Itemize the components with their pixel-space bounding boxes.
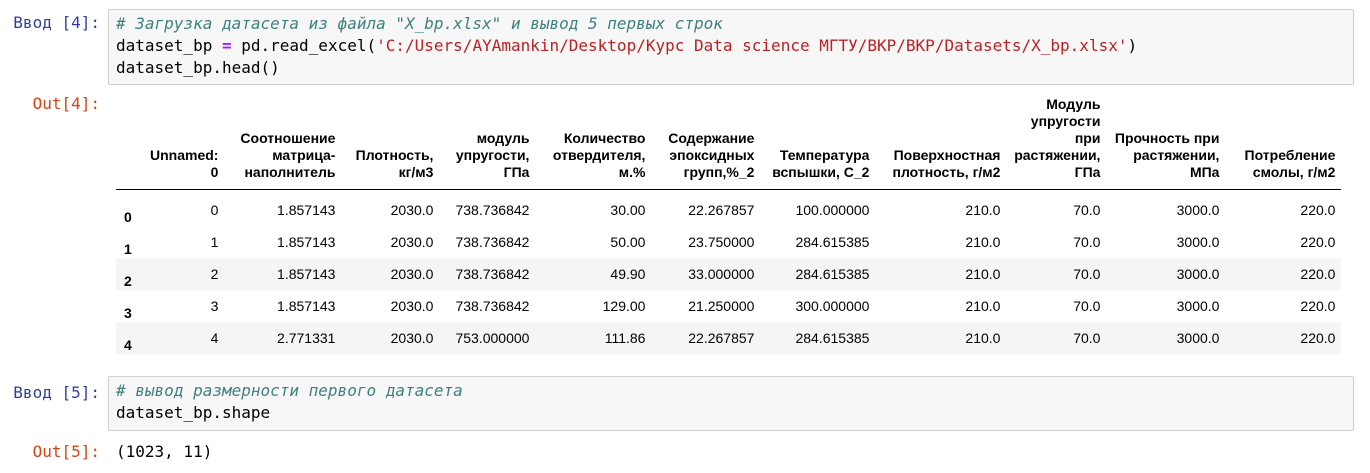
row-index: 4 [124,337,132,353]
input-prompt-5: Ввод [5]: [13,383,100,402]
column-header: Модуль упругости при растяжении, ГПа [1014,96,1101,180]
row-index: 3 [124,305,132,321]
column-header: Поверхностная плотность, г/м2 [892,147,1001,180]
table-cell: 49.90 [610,266,646,282]
code-cell-4[interactable]: # Загрузка датасета из файла "X_bp.xlsx"… [108,9,1354,85]
input-prompt-4: Ввод [4]: [13,13,100,32]
code-comment: # вывод размерности первого датасета [116,381,463,400]
column-header: Потребление смолы, г/м2 [1244,147,1336,180]
table-cell: 3000.0 [1176,266,1220,282]
table-cell: 2 [210,266,219,282]
table-cell: 220.0 [1300,330,1336,346]
table-cell: 738.736842 [455,266,530,282]
column-header: Количество отвердителя, м.% [552,130,646,180]
table-row: 4 4 2.771331 2030.0 753.000000 111.86 22… [116,322,1342,354]
table-cell: 3000.0 [1176,202,1220,218]
table-cell: 284.615385 [795,330,870,346]
table-cell: 738.736842 [455,202,530,218]
table-cell: 4 [210,330,219,346]
table-cell: 300.000000 [795,298,870,314]
table-cell: 738.736842 [455,298,530,314]
code-cell-5[interactable]: # вывод размерности первого датасета dat… [108,376,1354,431]
table-cell: 3 [210,298,219,314]
table-cell: 70.0 [1073,330,1101,346]
table-cell: 210.0 [965,298,1001,314]
code-text: dataset_bp [116,36,222,55]
code-text: dataset_bp.shape [116,403,271,422]
table-cell: 70.0 [1073,298,1101,314]
table-cell: 50.00 [610,234,646,250]
table-cell: 220.0 [1300,202,1336,218]
table-cell: 220.0 [1300,266,1336,282]
table-cell: 33.000000 [688,266,755,282]
row-index: 0 [124,209,132,225]
table-cell: 3000.0 [1176,234,1220,250]
table-cell: 1 [210,234,219,250]
column-header: Прочность при растяжении, МПа [1114,130,1220,180]
table-cell: 220.0 [1300,298,1336,314]
table-cell: 30.00 [610,202,646,218]
table-cell: 129.00 [602,298,646,314]
table-cell: 210.0 [965,234,1001,250]
output-prompt-5: Out[5]: [32,442,100,461]
column-header: Плотность, кг/м3 [355,147,434,180]
table-cell: 2030.0 [390,298,434,314]
table-cell: 284.615385 [795,234,870,250]
table-cell: 2030.0 [390,330,434,346]
column-header [116,92,144,190]
table-cell: 2030.0 [390,202,434,218]
table-cell: 753.000000 [455,330,530,346]
table-cell: 70.0 [1073,202,1101,218]
table-cell: 23.750000 [688,234,755,250]
table-cell: 0 [210,202,219,218]
code-string: 'C:/Users/AYAmankin/Desktop/Курс Data sc… [376,36,1128,55]
code-text: pd.read_excel( [231,36,377,55]
dataframe-table: Unnamed: 0 Соотношение матрица-наполните… [116,92,1342,354]
table-cell: 2.771331 [277,330,336,346]
table-cell: 22.267857 [688,202,755,218]
table-cell: 210.0 [965,330,1001,346]
output-prompt-4: Out[4]: [32,94,100,113]
cell-output-text: (1023, 11) [116,442,213,461]
table-cell: 1.857143 [277,202,336,218]
row-index: 1 [124,241,132,257]
code-text: dataset_bp.head() [116,58,280,77]
table-cell: 220.0 [1300,234,1336,250]
table-cell: 284.615385 [795,266,870,282]
table-cell: 1.857143 [277,266,336,282]
column-header: модуль упругости, ГПа [455,130,530,180]
table-row: 3 3 1.857143 2030.0 738.736842 129.00 21… [116,290,1342,322]
table-row: 0 0 1.857143 2030.0 738.736842 30.00 22.… [116,194,1341,226]
column-header: Содержание эпоксидных групп,%_2 [668,130,755,180]
table-row: 1 1 1.857143 2030.0 738.736842 50.00 23.… [116,226,1342,258]
table-cell: 22.267857 [688,330,755,346]
table-cell: 210.0 [965,266,1001,282]
table-cell: 210.0 [965,202,1001,218]
table-header-row: Unnamed: 0 Соотношение матрица-наполните… [116,92,1342,190]
table-cell: 21.250000 [688,298,755,314]
table-cell: 738.736842 [455,234,530,250]
table-cell: 2030.0 [390,234,434,250]
table-cell: 3000.0 [1176,298,1220,314]
code-operator: = [221,36,232,55]
table-row: 2 2 1.857143 2030.0 738.736842 49.90 33.… [116,258,1342,290]
table-cell: 2030.0 [390,266,434,282]
column-header: Unnamed: 0 [150,147,219,180]
table-cell: 1.857143 [277,298,336,314]
table-cell: 100.000000 [795,202,870,218]
column-header: Соотношение матрица-наполнитель [240,130,336,180]
column-header: Температура вспышки, С_2 [772,147,870,180]
row-index: 2 [124,273,132,289]
table-cell: 3000.0 [1176,330,1220,346]
table-cell: 70.0 [1073,234,1101,250]
table-cell: 111.86 [604,330,646,346]
table-cell: 70.0 [1073,266,1101,282]
code-comment: # Загрузка датасета из файла "X_bp.xlsx"… [116,14,723,33]
code-text: ) [1127,36,1138,55]
table-cell: 1.857143 [277,234,336,250]
